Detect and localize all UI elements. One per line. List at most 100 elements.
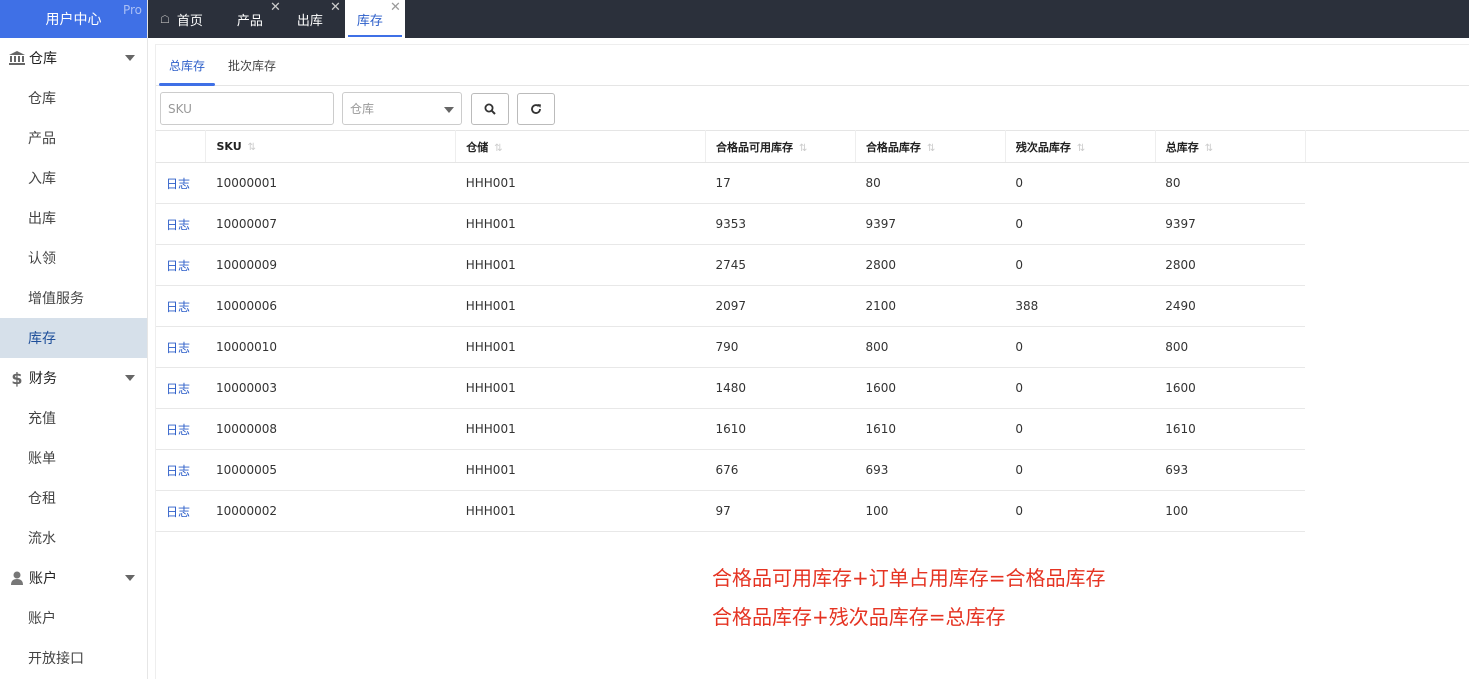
table-row: 日志 10000003 HHH001 1480 1600 0 1600: [156, 367, 1469, 409]
column-header-defective[interactable]: 残次品库存 ⇅: [1005, 130, 1156, 163]
sku-cell: 10000006: [205, 285, 456, 327]
available-qualified-cell: 17: [705, 162, 856, 204]
sidebar-item-value-added[interactable]: 增值服务: [0, 278, 147, 318]
sidebar-item-outbound[interactable]: 出库: [0, 198, 147, 238]
defective-cell: 0: [1005, 490, 1156, 532]
menu-group-finance[interactable]: $ 财务: [0, 358, 147, 398]
sidebar-item-inventory[interactable]: 库存: [0, 318, 147, 358]
sku-cell: 10000002: [205, 490, 456, 532]
search-icon: [484, 103, 496, 115]
column-header-filler: [1305, 130, 1469, 163]
table-row: 日志 10000001 HHH001 17 80 0 80: [156, 162, 1469, 204]
log-link[interactable]: 日志: [156, 203, 206, 245]
sidebar-item-inbound[interactable]: 入库: [0, 158, 147, 198]
log-link[interactable]: 日志: [156, 326, 206, 368]
formula-note: 合格品库存+残次品库存=总库存: [712, 605, 1006, 629]
qualified-cell: 800: [855, 326, 1006, 368]
tab-product[interactable]: 产品 ✕: [225, 0, 285, 38]
close-icon[interactable]: ✕: [390, 0, 401, 15]
tab-label: 库存: [356, 13, 383, 29]
sort-icon[interactable]: ⇅: [799, 143, 807, 154]
available-qualified-cell: 790: [705, 326, 856, 368]
tab-label: 产品: [236, 13, 263, 29]
column-header-available-qualified[interactable]: 合格品可用库存 ⇅: [705, 130, 856, 163]
warehouse-cell: HHH001: [455, 203, 706, 245]
column-header-total[interactable]: 总库存 ⇅: [1155, 130, 1306, 163]
bank-icon: [8, 51, 26, 65]
tab-outbound[interactable]: 出库 ✕: [285, 0, 345, 38]
sku-cell: 10000001: [205, 162, 456, 204]
sidebar-item-open-api[interactable]: 开放接口: [0, 638, 147, 678]
inventory-table: SKU ⇅ 仓储 ⇅ 合格品可用库存 ⇅ 合格品库存 ⇅ 残次品库存 ⇅ 总库存 ⇅ 日志 1…: [156, 130, 1469, 532]
sort-icon[interactable]: ⇅: [494, 143, 502, 154]
qualified-cell: 693: [855, 449, 1006, 491]
warehouse-cell: HHH001: [455, 490, 706, 532]
sort-icon[interactable]: ⇅: [927, 143, 935, 154]
available-qualified-cell: 97: [705, 490, 856, 532]
total-cell: 100: [1155, 490, 1306, 532]
subtab-total-inventory[interactable]: 总库存: [159, 45, 216, 86]
column-header-warehouse[interactable]: 仓储 ⇅: [455, 130, 706, 163]
warehouse-cell: HHH001: [455, 162, 706, 204]
total-cell: 693: [1155, 449, 1306, 491]
column-header-sku[interactable]: SKU ⇅: [205, 130, 457, 163]
available-qualified-cell: 676: [705, 449, 856, 491]
chevron-down-icon: [125, 375, 135, 381]
menu-group-label: 财务: [29, 371, 57, 387]
sidebar-item-claim[interactable]: 认领: [0, 238, 147, 278]
qualified-cell: 100: [855, 490, 1006, 532]
filter-bar: SKU 仓库: [160, 92, 563, 125]
sku-search-input[interactable]: SKU: [160, 92, 334, 125]
table-body: 日志 10000001 HHH001 17 80 0 80 日志 10000007 HHH001 9…: [156, 162, 1469, 532]
log-link[interactable]: 日志: [156, 285, 206, 327]
sidebar-item-transactions[interactable]: 流水: [0, 518, 147, 558]
log-link[interactable]: 日志: [156, 367, 206, 409]
table-row: 日志 10000002 HHH001 97 100 0 100: [156, 490, 1469, 532]
log-link[interactable]: 日志: [156, 162, 206, 204]
home-icon: ☖: [160, 12, 170, 26]
tab-home[interactable]: ☖ 首页: [148, 0, 225, 38]
brand-header[interactable]: 用户中心 Pro: [0, 0, 147, 38]
sidebar-item-storage-rent[interactable]: 仓租: [0, 478, 147, 518]
available-qualified-cell: 2745: [705, 244, 856, 286]
total-cell: 1600: [1155, 367, 1306, 409]
menu-group-account[interactable]: 账户: [0, 558, 147, 598]
sort-icon[interactable]: ⇅: [1077, 143, 1085, 154]
warehouse-select[interactable]: 仓库: [342, 92, 462, 125]
sidebar-item-product[interactable]: 产品: [0, 118, 147, 158]
sidebar-item-account[interactable]: 账户: [0, 598, 147, 638]
refresh-button[interactable]: [517, 92, 555, 125]
sort-icon[interactable]: ⇅: [1205, 143, 1213, 154]
close-icon[interactable]: ✕: [330, 0, 341, 15]
tab-inventory[interactable]: 库存 ✕: [344, 0, 405, 38]
log-link[interactable]: 日志: [156, 449, 206, 491]
qualified-cell: 1600: [855, 367, 1006, 409]
tab-label: 首页: [176, 13, 203, 29]
subtab-batch-inventory[interactable]: 批次库存: [218, 45, 286, 85]
log-link[interactable]: 日志: [156, 490, 206, 532]
log-link[interactable]: 日志: [156, 244, 206, 286]
defective-cell: 0: [1005, 326, 1156, 368]
qualified-cell: 1610: [855, 408, 1006, 450]
sidebar-item-warehouse[interactable]: 仓库: [0, 78, 147, 118]
total-cell: 80: [1155, 162, 1306, 204]
menu-group-warehouse[interactable]: 仓库: [0, 38, 147, 78]
search-button[interactable]: [471, 92, 509, 125]
table-row: 日志 10000007 HHH001 9353 9397 0 9397: [156, 203, 1469, 245]
sidebar: 用户中心 Pro 仓库 仓库 产品 入库 出库 认领 增值服务 库存 $ 财务 …: [0, 0, 148, 679]
chevron-down-icon: [125, 55, 135, 61]
defective-cell: 0: [1005, 408, 1156, 450]
log-link[interactable]: 日志: [156, 408, 206, 450]
chevron-down-icon: [444, 107, 454, 113]
sort-icon[interactable]: ⇅: [248, 142, 256, 153]
sidebar-menu: 仓库 仓库 产品 入库 出库 认领 增值服务 库存 $ 财务 充值 账单 仓租 …: [0, 38, 147, 678]
warehouse-cell: HHH001: [455, 367, 706, 409]
tab-label: 出库: [296, 13, 323, 29]
column-label: SKU: [216, 140, 242, 153]
sidebar-item-bill[interactable]: 账单: [0, 438, 147, 478]
column-header-qualified[interactable]: 合格品库存 ⇅: [855, 130, 1006, 163]
sidebar-item-recharge[interactable]: 充值: [0, 398, 147, 438]
brand-title: 用户中心: [45, 12, 102, 28]
close-icon[interactable]: ✕: [270, 0, 281, 15]
column-header-action: [156, 130, 207, 163]
